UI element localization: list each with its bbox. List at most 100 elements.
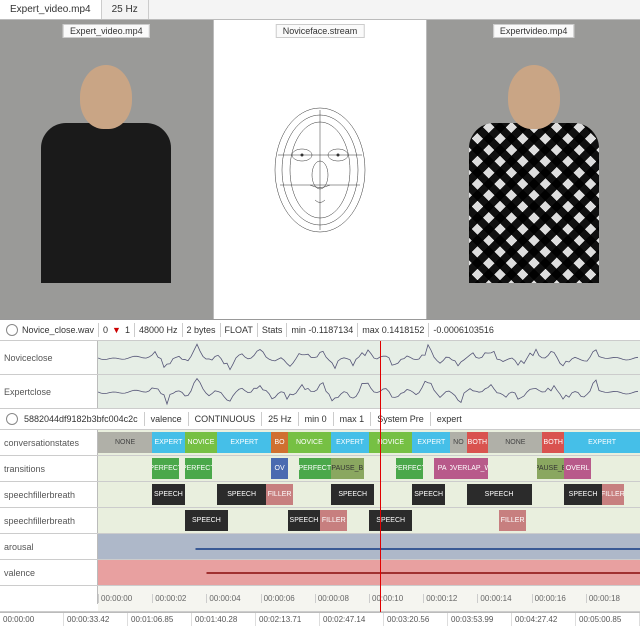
playhead-line[interactable] bbox=[380, 341, 381, 612]
chevron-down-icon[interactable]: ▼ bbox=[112, 325, 121, 335]
segment-block[interactable]: OVERLAP_W bbox=[450, 458, 488, 479]
segment-block[interactable]: EXPERT bbox=[564, 432, 640, 453]
track-label: speechfillerbreath bbox=[0, 482, 98, 507]
time-tick: 00:00:02 bbox=[152, 594, 206, 603]
annotation-body[interactable]: PERFECTPERFECTOVPERFECTPAUSE_BPERFECTPAO… bbox=[98, 456, 640, 481]
audio-filename: Novice_close.wav bbox=[22, 325, 94, 335]
torso-shape bbox=[41, 123, 171, 283]
segment-block[interactable]: BOTH bbox=[467, 432, 489, 453]
annotation-track-row[interactable]: transitionsPERFECTPERFECTOVPERFECTPAUSE_… bbox=[0, 456, 640, 482]
segment-block[interactable]: PERFECT bbox=[185, 458, 212, 479]
track-label: Expertclose bbox=[0, 375, 98, 408]
file-tab[interactable]: Expert_video.mp4 bbox=[0, 0, 102, 19]
segment-block[interactable]: SPEECH bbox=[369, 510, 412, 531]
segment-block[interactable]: PERFECT bbox=[152, 458, 179, 479]
wave-track-row[interactable]: Expertclose bbox=[0, 375, 640, 409]
segment-block[interactable]: OVERL bbox=[564, 458, 591, 479]
video-pane-right[interactable]: Expertvideo.mp4 bbox=[427, 20, 640, 319]
segment-block[interactable]: BOTH bbox=[542, 432, 564, 453]
segment-block[interactable]: EXPERT bbox=[331, 432, 369, 453]
continuous-line bbox=[98, 572, 640, 574]
segment-block[interactable]: PERFECT bbox=[396, 458, 423, 479]
segment-block[interactable]: EXPERT bbox=[412, 432, 450, 453]
segment-block[interactable]: EXPERT bbox=[152, 432, 185, 453]
global-time-axis[interactable]: 00:00:0000:00:33.4200:01:06.8500:01:40.2… bbox=[0, 612, 640, 626]
segment-block[interactable]: SPEECH bbox=[185, 510, 228, 531]
tracks-container: NovicecloseExpertclose 5882044df9182b3bf… bbox=[0, 341, 640, 612]
segment-block[interactable]: SPEECH bbox=[152, 484, 185, 505]
segment-block[interactable]: NO bbox=[450, 432, 466, 453]
global-time-tick: 00:05:00.85 bbox=[576, 613, 640, 626]
annotation-track-row[interactable]: conversationstatesNONEEXPERTNOVICEEXPERT… bbox=[0, 430, 640, 456]
segment-block[interactable]: NONE bbox=[98, 432, 152, 453]
stream-id: 5882044df9182b3bfc004c2c bbox=[24, 414, 138, 424]
stream-min: min 0 bbox=[305, 414, 327, 424]
pane-label-middle: Noviceface.stream bbox=[276, 24, 365, 38]
target-icon[interactable] bbox=[6, 413, 18, 425]
segment-block[interactable]: SPEECH bbox=[288, 510, 321, 531]
head-shape bbox=[80, 65, 132, 129]
segment-block[interactable]: SPEECH bbox=[564, 484, 602, 505]
segment-block[interactable]: PAUSE_B bbox=[537, 458, 564, 479]
time-tick: 00:00:10 bbox=[369, 594, 423, 603]
segment-block[interactable]: NOVICE bbox=[185, 432, 218, 453]
track-label: transitions bbox=[0, 456, 98, 481]
continuous-line bbox=[98, 548, 640, 550]
sub-time-axis[interactable]: 00:00:0000:00:0200:00:0400:00:0600:00:08… bbox=[0, 586, 640, 612]
segment-block[interactable]: EXPERT bbox=[217, 432, 271, 453]
person-figure bbox=[438, 65, 629, 319]
stream-rate: 25 Hz bbox=[268, 414, 292, 424]
time-tick: 00:00:06 bbox=[261, 594, 315, 603]
segment-block[interactable]: PAUSE_B bbox=[331, 458, 364, 479]
track-label: speechfillerbreath bbox=[0, 508, 98, 533]
continuous-track-row[interactable]: valence bbox=[0, 560, 640, 586]
torso-shape bbox=[469, 123, 599, 283]
segment-block[interactable]: SPEECH bbox=[467, 484, 532, 505]
segment-block[interactable]: SPEECH bbox=[331, 484, 374, 505]
rate-tab[interactable]: 25 Hz bbox=[102, 0, 149, 19]
video-pane-left[interactable]: Expert_video.mp4 bbox=[0, 20, 214, 319]
sub-ticks[interactable]: 00:00:0000:00:0200:00:0400:00:0600:00:08… bbox=[98, 586, 640, 611]
segment-block[interactable]: BO bbox=[271, 432, 287, 453]
wave-track-row[interactable]: Noviceclose bbox=[0, 341, 640, 375]
segment-block[interactable]: FILLER bbox=[320, 510, 347, 531]
segment-block[interactable]: NONE bbox=[488, 432, 542, 453]
segment-block[interactable]: NOVICE bbox=[288, 432, 331, 453]
segment-block[interactable]: NOVICE bbox=[369, 432, 412, 453]
segment-block[interactable]: FILLER bbox=[602, 484, 624, 505]
segment-block[interactable]: PERFECT bbox=[299, 458, 332, 479]
annotation-body[interactable]: SPEECHSPEECHFILLERSPEECHSPEECHSPEECHSPEE… bbox=[98, 482, 640, 507]
continuous-body[interactable] bbox=[98, 560, 640, 585]
segment-block[interactable]: SPEECH bbox=[412, 484, 445, 505]
video-pane-middle[interactable]: Noviceface.stream bbox=[214, 20, 428, 319]
segment-block[interactable]: SPEECH bbox=[217, 484, 266, 505]
audio-one: 1 bbox=[125, 325, 130, 335]
annotation-body[interactable]: SPEECHSPEECHFILLERSPEECHFILLER bbox=[98, 508, 640, 533]
audio-stats[interactable]: Stats bbox=[262, 325, 283, 335]
stream-chan: valence bbox=[151, 414, 182, 424]
continuous-body[interactable] bbox=[98, 534, 640, 559]
annotation-body[interactable]: NONEEXPERTNOVICEEXPERTBONOVICEEXPERTNOVI… bbox=[98, 430, 640, 455]
segment-block[interactable]: OV bbox=[271, 458, 287, 479]
segment-block[interactable]: FILLER bbox=[499, 510, 526, 531]
annotation-track-row[interactable]: speechfillerbreathSPEECHSPEECHFILLERSPEE… bbox=[0, 508, 640, 534]
face-mesh-icon bbox=[260, 90, 380, 250]
track-label: Noviceclose bbox=[0, 341, 98, 374]
pane-label-right: Expertvideo.mp4 bbox=[493, 24, 575, 38]
audio-extra: -0.0006103516 bbox=[433, 325, 494, 335]
head-shape bbox=[508, 65, 560, 129]
waveform-body[interactable] bbox=[98, 341, 640, 374]
global-time-tick: 00:00:00 bbox=[0, 613, 64, 626]
person-figure bbox=[11, 65, 202, 319]
segment-block[interactable]: FILLER bbox=[266, 484, 293, 505]
target-icon[interactable] bbox=[6, 324, 18, 336]
segment-block[interactable]: PA bbox=[434, 458, 450, 479]
time-axis-label bbox=[0, 586, 98, 604]
annotation-track-row[interactable]: speechfillerbreathSPEECHSPEECHFILLERSPEE… bbox=[0, 482, 640, 508]
audio-zero: 0 bbox=[103, 325, 108, 335]
video-row: Expert_video.mp4 Noviceface.stream bbox=[0, 20, 640, 320]
time-tick: 00:00:16 bbox=[532, 594, 586, 603]
continuous-track-row[interactable]: arousal bbox=[0, 534, 640, 560]
waveform-body[interactable] bbox=[98, 375, 640, 408]
stream-max: max 1 bbox=[340, 414, 365, 424]
